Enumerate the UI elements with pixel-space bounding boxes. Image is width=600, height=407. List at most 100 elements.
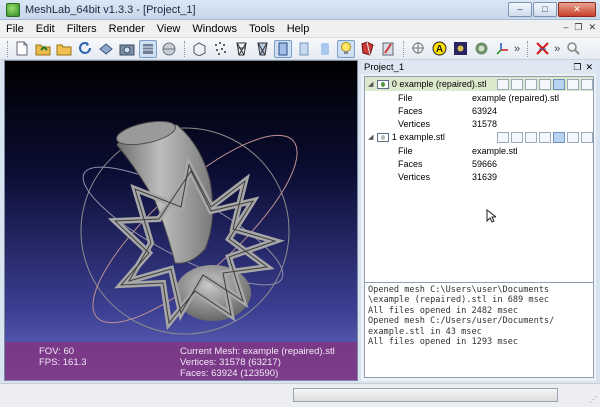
menu-bar: File Edit Filters Render View Windows To… [0,20,600,38]
layer-tree[interactable]: ◢ 0 example (repaired).stl File example (… [364,76,594,284]
points-toggle-icon[interactable] [510,131,523,143]
prop-key: File [398,145,413,156]
fov-label: FOV: 60 [39,346,75,357]
toolbar-more-2[interactable]: » [554,43,560,55]
flat-icon[interactable] [295,40,313,58]
hidden-toggle-icon[interactable] [538,78,551,90]
bounding-box-icon[interactable] [190,40,208,58]
maximize-button[interactable]: □ [533,2,557,17]
menu-filters[interactable]: Filters [61,20,103,38]
flat-lines-icon[interactable] [274,39,292,58]
prop-key: Vertices [398,118,431,129]
flatlines-toggle-icon[interactable] [552,131,565,143]
light-sphere-icon[interactable] [160,40,178,58]
wireframe-icon[interactable] [232,40,250,58]
prop-row: File example.stl [365,144,593,157]
panel-title: Project_1 [364,61,405,73]
show-layers-icon[interactable] [139,39,157,58]
new-project-icon[interactable] [13,40,31,58]
color-icon[interactable] [379,40,397,58]
bbox-toggle-icon[interactable] [496,131,509,143]
meshlab-logo-icon [6,2,20,17]
points-icon[interactable] [211,40,229,58]
log-line: All files opened in 2482 msec [368,305,519,316]
main-toolbar: A » » [0,38,600,60]
annotation-icon[interactable]: A [430,40,448,58]
visibility-icon[interactable] [377,79,389,89]
prop-row: Vertices 31578 [365,117,593,130]
mdi-minimize-icon[interactable]: – [563,22,568,33]
panel-close-icon[interactable]: ✕ [585,62,593,73]
expand-arrow-icon[interactable]: ◢ [367,80,374,88]
color-picker-icon[interactable] [472,40,490,58]
hidden-toggle-icon[interactable] [538,131,551,143]
mdi-close-icon[interactable]: ✕ [588,22,596,33]
reload-icon[interactable] [76,40,94,58]
progress-bar [293,388,558,402]
measure-icon[interactable] [409,40,427,58]
flatlines-toggle-icon[interactable] [552,78,565,90]
prop-key: File [398,92,413,103]
log-line: Opened mesh C:\Users\user\Documents [368,285,550,295]
menu-tools[interactable]: Tools [243,20,281,38]
layer-index: 1 [391,132,397,142]
smooth-toggle-icon[interactable] [580,78,593,90]
svg-text:A: A [435,44,442,55]
lighting-icon[interactable] [337,39,355,58]
3d-viewport[interactable]: FOV: 60 FPS: 161.3 Current Mesh: example… [4,60,358,381]
snapshot-icon[interactable] [118,40,136,58]
log-line: example.stl in 43 msec [368,326,482,337]
points-toggle-icon[interactable] [510,78,523,90]
minimize-button[interactable]: – [508,2,532,17]
flat-toggle-icon[interactable] [566,131,579,143]
layer-row[interactable]: ◢ 0 example (repaired).stl [365,77,593,91]
prop-value: 63924 [472,105,498,116]
prop-row: Faces 59666 [365,157,593,170]
menu-help[interactable]: Help [281,20,316,38]
toolbar-more[interactable]: » [514,43,520,55]
prop-row: Faces 63924 [365,104,593,117]
visibility-icon[interactable] [377,132,389,142]
smooth-toggle-icon[interactable] [580,131,593,143]
layer-row[interactable]: ◢ 1 example.stl [365,130,593,144]
menu-edit[interactable]: Edit [30,20,61,38]
toolbar-grip [403,40,406,57]
bbox-toggle-icon[interactable] [496,78,509,90]
menu-file[interactable]: File [0,20,30,38]
mouse-cursor-icon [486,209,496,223]
flat-toggle-icon[interactable] [566,78,579,90]
toolbar-grip [527,40,530,57]
smooth-icon[interactable] [316,40,334,58]
log-line: Opened mesh C:/Users/user/Documents/ [368,316,555,327]
current-mesh-label: Current Mesh: example (repaired).stl [180,346,335,357]
close-button[interactable]: ✕ [558,2,596,17]
expand-arrow-icon[interactable]: ◢ [367,133,374,141]
axis-icon[interactable] [493,40,511,58]
save-icon[interactable] [97,40,115,58]
open-mesh-icon[interactable] [55,40,73,58]
panel-float-icon[interactable]: ❐ [573,62,581,73]
log-line: All files opened in 1293 msec [368,337,519,348]
search-icon[interactable] [564,40,582,58]
project-panel: Project_1 ❐ ✕ ◢ 0 example (repaired).stl… [361,60,596,381]
wire-toggle-icon[interactable] [524,131,537,143]
menu-render[interactable]: Render [103,20,151,38]
mdi-restore-icon[interactable]: ❐ [574,22,582,33]
image-icon[interactable] [451,40,469,58]
prop-key: Vertices [398,171,431,182]
texture-icon[interactable] [358,40,376,58]
resize-grip-icon[interactable]: ⋰ [589,395,597,404]
menu-view[interactable]: View [151,20,187,38]
prop-value: example.stl [472,145,518,156]
menu-windows[interactable]: Windows [186,20,243,38]
log-window: Opened mesh C:\Users\user\Documents \exam… [364,282,594,378]
hidden-lines-icon[interactable] [253,40,271,58]
prop-value: 31578 [472,118,498,129]
fps-label: FPS: 161.3 [39,357,87,368]
delete-selection-icon[interactable] [533,40,551,58]
status-bar: ⋰ [0,383,600,407]
info-overlay: FOV: 60 FPS: 161.3 Current Mesh: example… [5,342,357,380]
prop-key: Faces [398,105,423,116]
wire-toggle-icon[interactable] [524,78,537,90]
open-project-icon[interactable] [34,40,52,58]
